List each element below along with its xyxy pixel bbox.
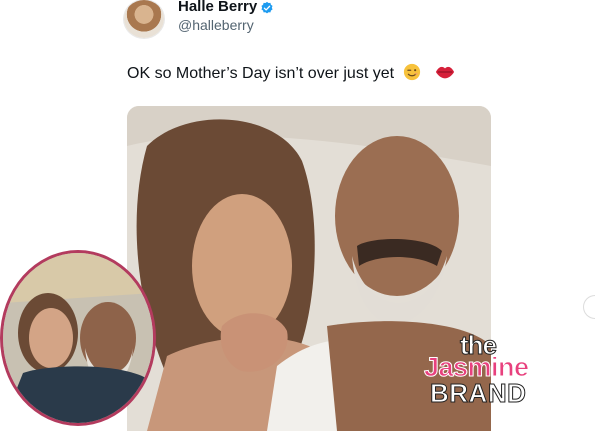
author-avatar[interactable] <box>124 0 164 38</box>
carousel-next-button[interactable] <box>584 296 595 318</box>
verified-badge-icon <box>261 1 273 14</box>
inset-couple-photo <box>3 253 153 423</box>
post-text-content: OK so Mother’s Day isn’t over just yet <box>127 65 395 82</box>
post-text: OK so Mother’s Day isn’t over just yet <box>127 63 455 83</box>
author-handle[interactable]: @halleberry <box>178 17 254 33</box>
author-name[interactable]: Halle Berry <box>178 0 257 15</box>
kiss-mark-icon <box>435 66 455 79</box>
the-jasmine-brand-watermark: the Jasmine BRAND <box>420 330 560 410</box>
inset-photo <box>0 250 156 426</box>
winking-face-icon <box>403 63 420 81</box>
watermark-line-brand: BRAND <box>429 378 527 409</box>
